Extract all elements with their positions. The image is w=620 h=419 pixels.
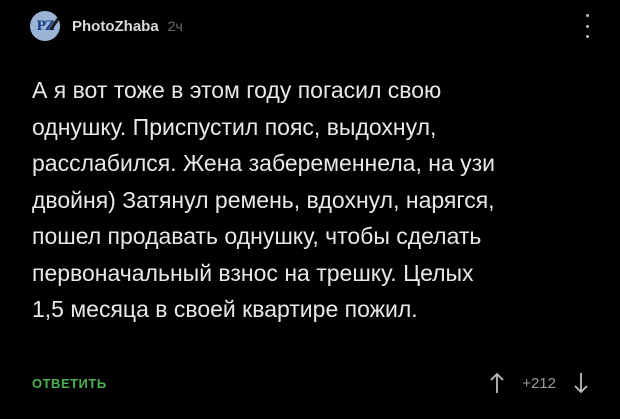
comment-header: PZ PhotoZhaba 2ч bbox=[30, 10, 183, 42]
comment-line: расслабился. Жена забеременнела, на узи bbox=[32, 150, 496, 176]
menu-dot bbox=[585, 14, 589, 17]
comment-line: однушку. Приспустил пояс, выдохнул, bbox=[32, 113, 437, 140]
comment-card: PZ PhotoZhaba 2ч А я вот тоже в этом год… bbox=[0, 0, 620, 419]
rating-count: +212 bbox=[522, 374, 556, 392]
arrow-down-icon[interactable] bbox=[570, 370, 592, 396]
avatar[interactable]: PZ bbox=[30, 11, 60, 41]
vote-controls: +212 bbox=[486, 370, 592, 396]
comment-line: 1,5 месяца в своей квартире пожил. bbox=[32, 296, 418, 322]
more-vertical-icon[interactable] bbox=[582, 14, 592, 38]
comment-line: пошел продавать однушку, чтобы сделать bbox=[32, 223, 482, 249]
comment-footer: ОТВЕТИТЬ +212 bbox=[32, 368, 592, 398]
comment-line: А я вот тоже в этом году погасил свою bbox=[32, 77, 442, 103]
menu-dot bbox=[585, 35, 589, 38]
comment-text: А я вот тоже в этом году погасил свою од… bbox=[32, 72, 602, 328]
comment-line: двойня) Затянул ремень, вдохнул, нарягся… bbox=[32, 186, 495, 213]
menu-dot bbox=[585, 24, 589, 28]
comment-line: первоначальный взнос на трешку. Целых bbox=[32, 259, 474, 286]
comment-time: 2ч bbox=[167, 18, 183, 34]
author-name[interactable]: PhotoZhaba bbox=[72, 18, 159, 35]
reply-button[interactable]: ОТВЕТИТЬ bbox=[32, 376, 107, 391]
arrow-up-icon[interactable] bbox=[486, 370, 508, 396]
